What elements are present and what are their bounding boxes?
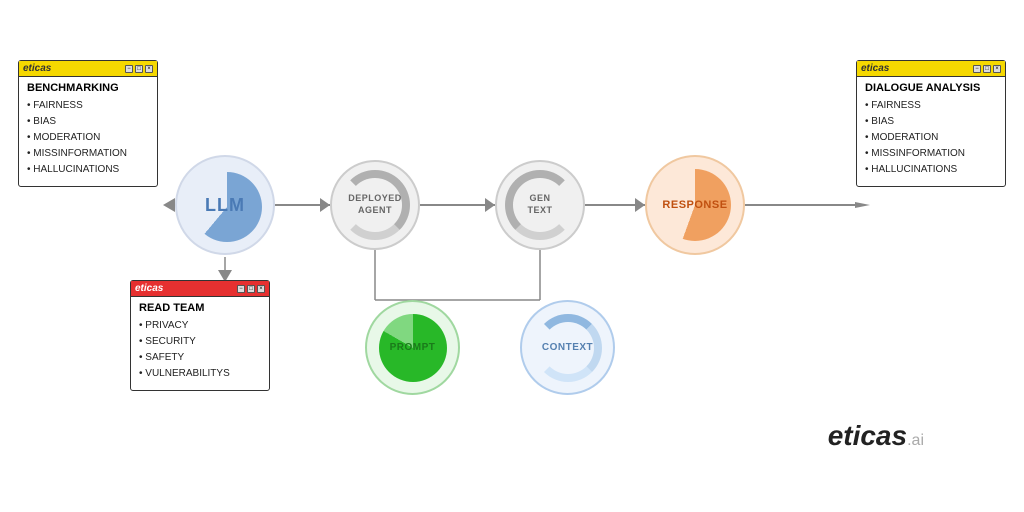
llm-circle: LLM <box>175 155 275 255</box>
bench-item-1: FAIRNESS <box>27 98 149 114</box>
red-team-card: eticas − □ × READ TEAM PRIVACY SECURITY … <box>130 280 270 391</box>
eticas-suffix: .ai <box>907 432 924 449</box>
dl-ctrl-close[interactable]: × <box>993 65 1001 73</box>
benchmarking-card: eticas − □ × BENCHMARKING FAIRNESS BIAS … <box>18 60 158 187</box>
rt-ctrl-min[interactable]: − <box>237 285 245 293</box>
red-team-titlebar: eticas − □ × <box>131 281 269 297</box>
benchmarking-titlebar: eticas − □ × <box>19 61 157 77</box>
dl-item-2: BIAS <box>865 114 997 130</box>
eticas-logo: eticas.ai <box>828 420 924 452</box>
benchmarking-controls: − □ × <box>125 65 153 73</box>
dialogue-card: eticas − □ × DIALOGUE ANALYSIS FAIRNESS … <box>856 60 1006 187</box>
prompt-label: PROMPT <box>390 342 436 353</box>
gentext-label: GENTEXT <box>527 193 552 216</box>
rt-item-3: SAFETY <box>139 350 261 366</box>
dialogue-body: DIALOGUE ANALYSIS FAIRNESS BIAS MODERATI… <box>857 77 1005 186</box>
red-team-title: READ TEAM <box>139 302 261 314</box>
bench-item-4: MISSINFORMATION <box>27 146 149 162</box>
dialogue-controls: − □ × <box>973 65 1001 73</box>
ctrl-close[interactable]: × <box>145 65 153 73</box>
rt-ctrl-max[interactable]: □ <box>247 285 255 293</box>
bench-item-2: BIAS <box>27 114 149 130</box>
benchmarking-body: BENCHMARKING FAIRNESS BIAS MODERATION MI… <box>19 77 157 186</box>
red-team-body: READ TEAM PRIVACY SECURITY SAFETY VULNER… <box>131 297 269 390</box>
dl-item-4: MISSINFORMATION <box>865 146 997 162</box>
dl-item-1: FAIRNESS <box>865 98 997 114</box>
flow-diagram: LLM DEPLOYEDAGENT GENTEXT RESPONSE PROMP… <box>0 0 1024 512</box>
dialogue-logo: eticas <box>861 63 889 74</box>
red-team-controls: − □ × <box>237 285 265 293</box>
gen-text-circle: GENTEXT <box>495 160 585 250</box>
rt-item-1: PRIVACY <box>139 318 261 334</box>
dl-item-3: MODERATION <box>865 130 997 146</box>
dialogue-title: DIALOGUE ANALYSIS <box>865 82 997 94</box>
benchmarking-title: BENCHMARKING <box>27 82 149 94</box>
prompt-circle: PROMPT <box>365 300 460 395</box>
llm-label: LLM <box>205 195 245 216</box>
rt-item-4: VULNERABILITYS <box>139 366 261 382</box>
benchmarking-logo: eticas <box>23 63 51 74</box>
ctrl-max[interactable]: □ <box>135 65 143 73</box>
context-circle: CONTEXT <box>520 300 615 395</box>
rt-item-2: SECURITY <box>139 334 261 350</box>
bench-item-5: HALLUCINATIONS <box>27 162 149 178</box>
ctrl-min[interactable]: − <box>125 65 133 73</box>
dialogue-titlebar: eticas − □ × <box>857 61 1005 77</box>
deployed-agent-circle: DEPLOYEDAGENT <box>330 160 420 250</box>
response-label: RESPONSE <box>662 199 727 211</box>
response-circle: RESPONSE <box>645 155 745 255</box>
dl-ctrl-min[interactable]: − <box>973 65 981 73</box>
bench-item-3: MODERATION <box>27 130 149 146</box>
rt-ctrl-close[interactable]: × <box>257 285 265 293</box>
red-team-logo: eticas <box>135 283 163 294</box>
context-label: CONTEXT <box>542 342 593 353</box>
dl-item-5: HALLUCINATIONS <box>865 162 997 178</box>
deployed-label: DEPLOYEDAGENT <box>348 193 402 216</box>
dl-ctrl-max[interactable]: □ <box>983 65 991 73</box>
